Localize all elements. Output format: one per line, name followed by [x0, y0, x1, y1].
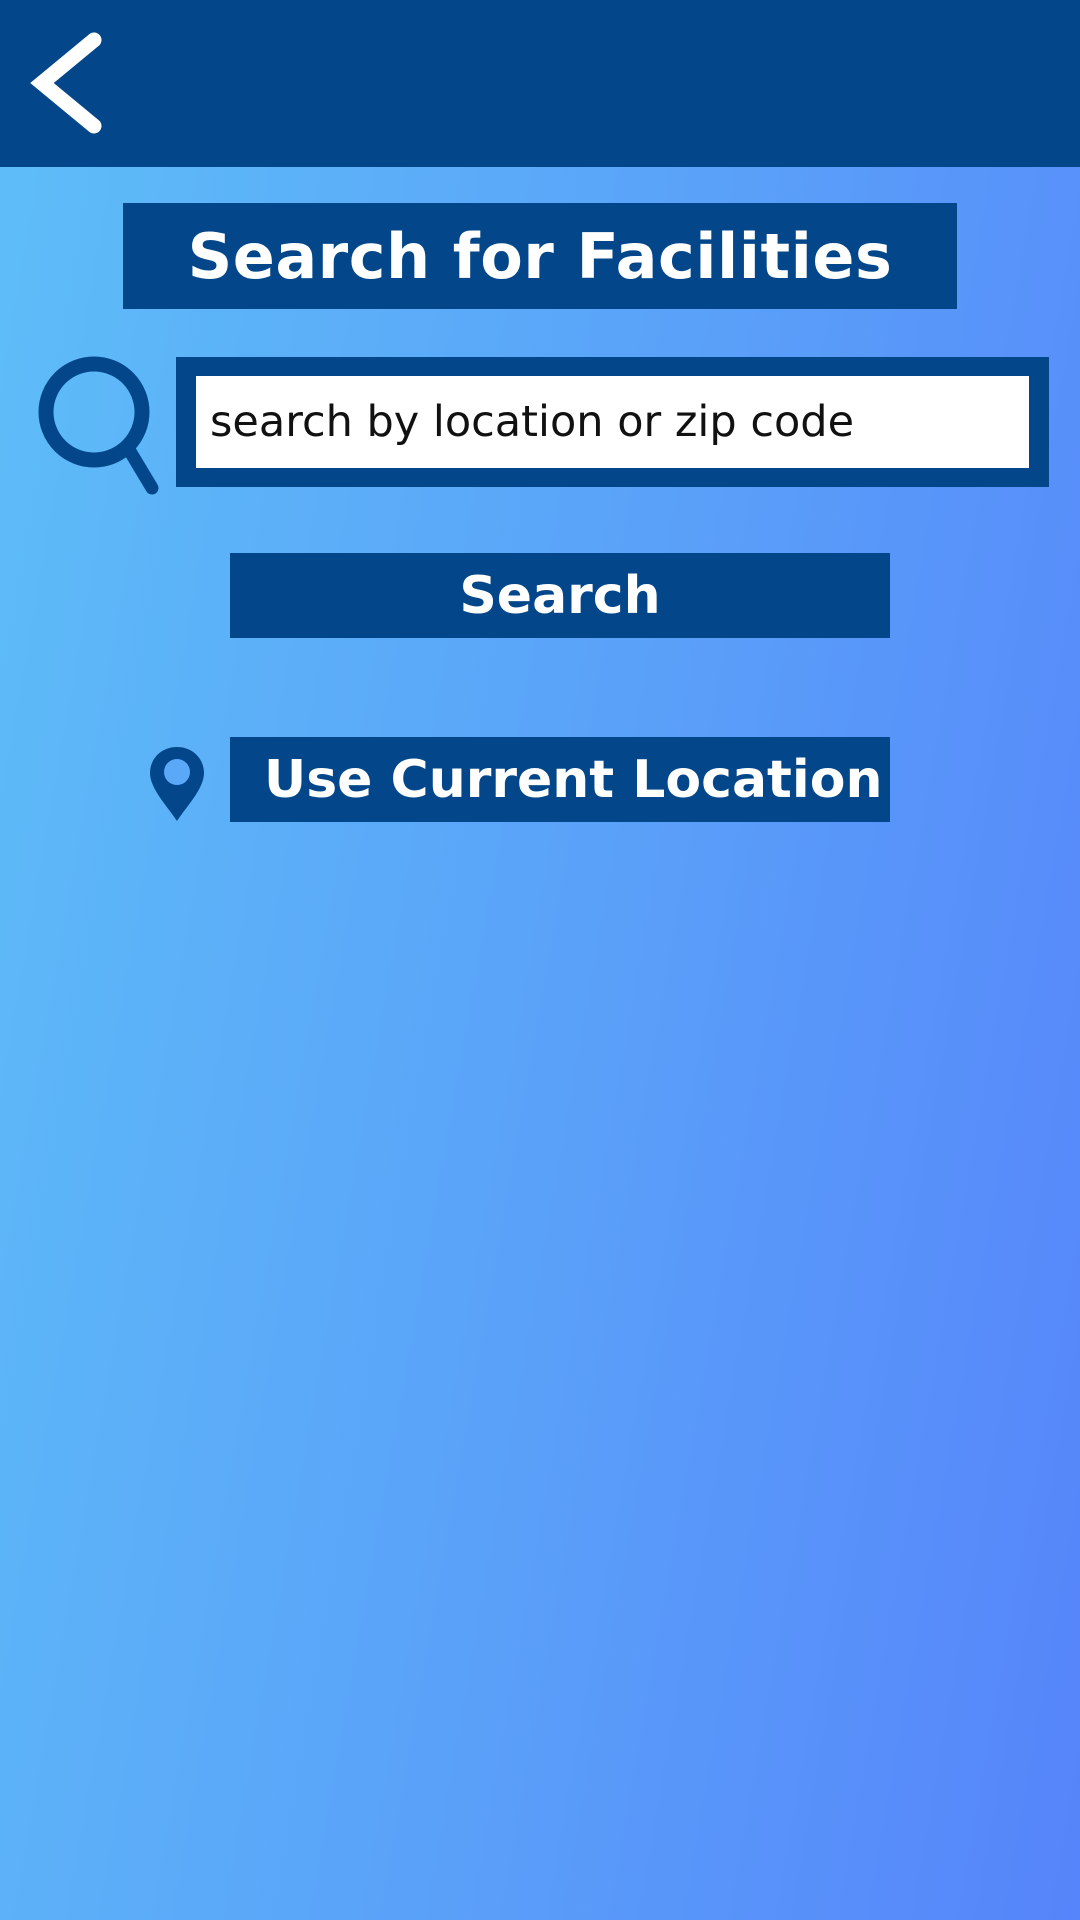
search-input[interactable]	[196, 376, 1029, 468]
page-title-banner: Search for Facilities	[123, 203, 957, 309]
search-button-label: Search	[459, 565, 661, 626]
chevron-left-icon	[30, 32, 102, 134]
top-app-bar	[0, 0, 1080, 167]
use-current-location-label: Use Current Location	[264, 749, 883, 810]
back-button[interactable]	[28, 28, 112, 138]
search-button[interactable]: Search	[230, 553, 890, 638]
search-icon	[38, 356, 159, 495]
use-current-location-button[interactable]: Use Current Location	[230, 737, 890, 822]
page-title: Search for Facilities	[187, 219, 893, 293]
map-pin-icon	[150, 747, 204, 821]
